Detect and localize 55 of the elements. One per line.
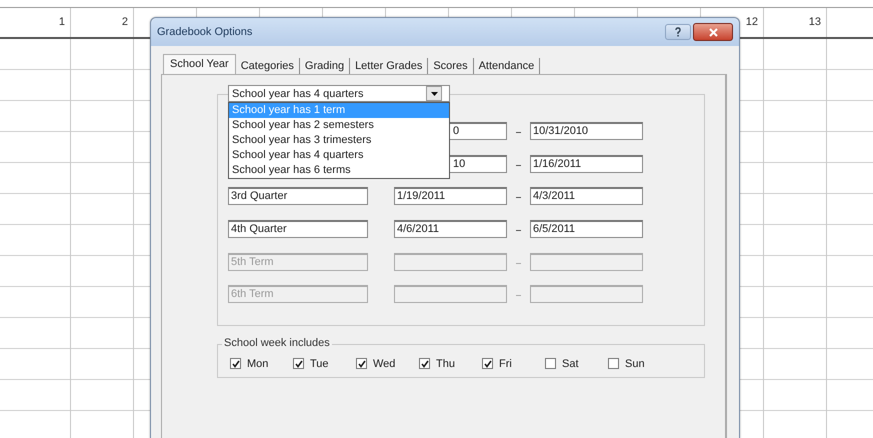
group-label: School week includes bbox=[222, 336, 332, 349]
checkbox[interactable] bbox=[545, 358, 556, 370]
day-label: Sat bbox=[562, 358, 579, 370]
help-icon bbox=[675, 27, 681, 37]
dash-icon bbox=[516, 132, 521, 134]
column-header: 1 bbox=[58, 16, 65, 28]
caret-icon bbox=[430, 92, 438, 96]
tab[interactable]: School Year bbox=[163, 54, 236, 74]
start-date-field[interactable]: 4/6/2011 bbox=[394, 220, 507, 238]
column-header: 2 bbox=[122, 16, 128, 28]
check-icon bbox=[358, 360, 366, 368]
column-header: 12 bbox=[746, 16, 758, 28]
dash-icon bbox=[516, 164, 521, 167]
day-label: Fri bbox=[499, 358, 512, 370]
day-label: Thu bbox=[436, 358, 455, 370]
day-label: Mon bbox=[247, 358, 268, 370]
end-date-field[interactable]: 4/3/2011 bbox=[530, 187, 643, 206]
day-label: Tue bbox=[310, 358, 329, 370]
checkbox[interactable] bbox=[482, 358, 493, 370]
dash-icon bbox=[516, 230, 521, 232]
checkbox[interactable] bbox=[419, 358, 430, 370]
term-name-field[interactable]: 4th Quarter bbox=[228, 220, 368, 238]
close-icon bbox=[708, 28, 718, 36]
end-date-field[interactable]: 6/5/2011 bbox=[530, 220, 643, 238]
window-title: Gradebook Options bbox=[157, 26, 254, 38]
term-name-field[interactable]: 3rd Quarter bbox=[228, 187, 368, 206]
tab[interactable]: Attendance bbox=[474, 58, 540, 74]
tab[interactable]: Letter Grades bbox=[350, 58, 428, 74]
end-date-field[interactable]: 1/16/2011 bbox=[530, 154, 643, 173]
help-button[interactable] bbox=[665, 24, 691, 40]
end-date-field[interactable]: 10/31/2010 bbox=[530, 122, 643, 140]
check-icon bbox=[294, 360, 302, 368]
tab[interactable]: Categories bbox=[236, 58, 300, 74]
tab[interactable]: Scores bbox=[428, 58, 474, 74]
dash-icon bbox=[516, 262, 521, 265]
close-button[interactable] bbox=[693, 23, 733, 41]
start-date-field[interactable] bbox=[394, 252, 507, 271]
start-date-field[interactable]: 1/19/2011 bbox=[394, 187, 507, 206]
check-icon bbox=[232, 360, 240, 368]
term-dropdown[interactable]: School year has 4 quarters bbox=[228, 85, 450, 102]
end-date-field[interactable] bbox=[530, 252, 643, 271]
tab[interactable]: Grading bbox=[300, 58, 350, 74]
check-icon bbox=[484, 360, 492, 368]
checkbox[interactable] bbox=[608, 358, 619, 370]
check-icon bbox=[420, 360, 428, 368]
column-header: 13 bbox=[808, 16, 821, 28]
end-date-field[interactable] bbox=[530, 285, 643, 304]
start-date-field[interactable] bbox=[394, 285, 507, 304]
checkbox[interactable] bbox=[230, 358, 241, 370]
dash-icon bbox=[516, 197, 521, 200]
day-label: Sun bbox=[625, 358, 645, 370]
dash-icon bbox=[516, 295, 521, 298]
day-label: Wed bbox=[373, 358, 396, 370]
checkbox[interactable] bbox=[293, 358, 304, 370]
checkbox[interactable] bbox=[356, 358, 367, 370]
